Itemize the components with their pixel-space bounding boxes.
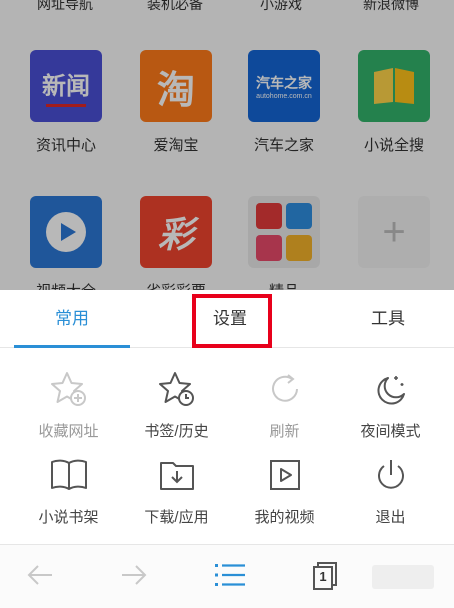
menu-item-night-mode[interactable]: 夜间模式 bbox=[334, 370, 447, 441]
tab-tools[interactable]: 工具 bbox=[330, 290, 446, 348]
settings-highlight-box bbox=[192, 294, 272, 348]
tab-count: 1 bbox=[319, 569, 327, 584]
forward-button[interactable] bbox=[104, 557, 164, 597]
dim-overlay[interactable] bbox=[0, 0, 454, 290]
star-clock-icon bbox=[120, 370, 233, 408]
active-tab-indicator bbox=[14, 345, 130, 348]
refresh-icon bbox=[228, 370, 341, 408]
home-screen: 网址导航 装机必备 小游戏 新浪微博 新闻 资讯中心 淘 爱淘宝 汽车之家 au… bbox=[0, 0, 454, 290]
back-button[interactable] bbox=[10, 557, 70, 597]
tabs-icon: 1 bbox=[311, 561, 341, 593]
tabs-button[interactable]: 1 bbox=[296, 557, 356, 597]
forward-arrow-icon bbox=[120, 563, 148, 592]
menu-item-downloads-apps[interactable]: 下载/应用 bbox=[120, 456, 233, 527]
menu-item-exit[interactable]: 退出 bbox=[334, 456, 447, 527]
star-add-icon bbox=[12, 370, 125, 408]
menu-item-bookmarks-history[interactable]: 书签/历史 bbox=[120, 370, 233, 441]
menu-item-my-videos[interactable]: 我的视频 bbox=[228, 456, 341, 527]
blurred-area bbox=[372, 565, 434, 589]
moon-stars-icon bbox=[334, 370, 447, 408]
menu-item-novel-shelf[interactable]: 小说书架 bbox=[12, 456, 125, 527]
video-file-icon bbox=[228, 456, 341, 494]
menu-tabs: 常用 设置 工具 bbox=[0, 290, 454, 348]
menu-panel: 常用 设置 工具 收藏网址 书签/历史 刷新 夜间模式 小说书架 下载/应用 我… bbox=[0, 290, 454, 608]
tab-common[interactable]: 常用 bbox=[14, 290, 130, 348]
power-icon bbox=[334, 456, 447, 494]
download-folder-icon bbox=[120, 456, 233, 494]
bottom-toolbar: 1 bbox=[0, 544, 454, 608]
menu-item-refresh[interactable]: 刷新 bbox=[228, 370, 341, 441]
menu-list-icon bbox=[214, 562, 246, 593]
back-arrow-icon bbox=[26, 563, 54, 592]
menu-item-add-bookmark[interactable]: 收藏网址 bbox=[12, 370, 125, 441]
open-book-icon bbox=[12, 456, 125, 494]
menu-button[interactable] bbox=[200, 557, 260, 597]
